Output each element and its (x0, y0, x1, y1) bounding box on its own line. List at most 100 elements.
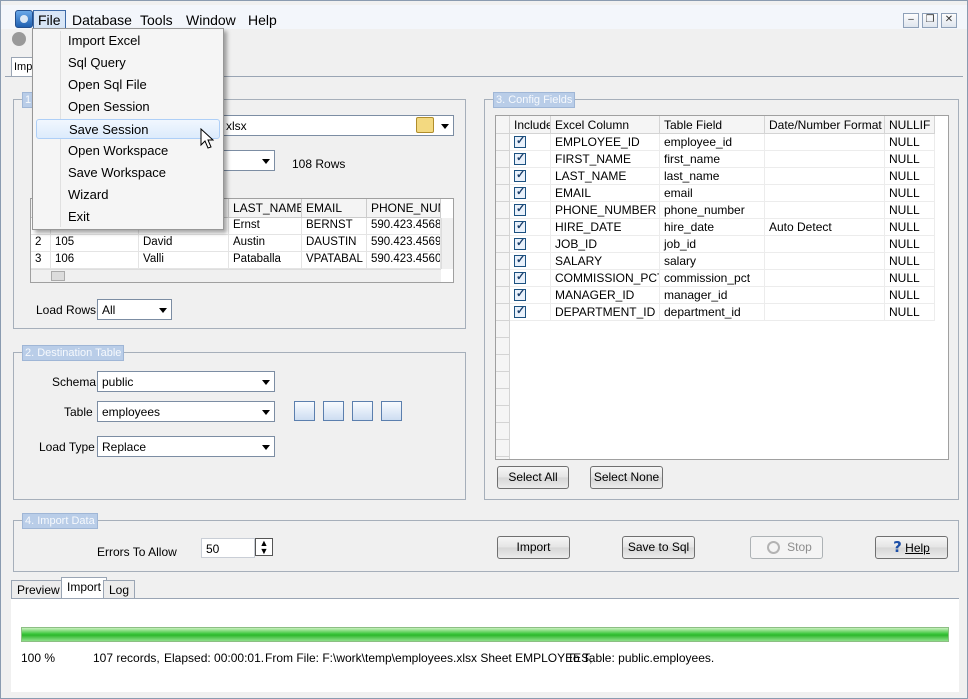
chevron-down-icon[interactable] (262, 410, 270, 415)
spinner-icon[interactable]: ▲ ▼ (255, 538, 273, 556)
menu-item-import-excel[interactable]: Import Excel (36, 31, 220, 51)
load-rows-combo[interactable]: All (97, 299, 172, 320)
include-checkbox[interactable] (514, 270, 526, 284)
config-cell-excel[interactable]: LAST_NAME (551, 168, 660, 185)
config-cell-nullif[interactable]: NULL (885, 236, 935, 253)
config-cell-excel[interactable]: COMMISSION_PCT (551, 270, 660, 287)
config-cell-excel[interactable]: JOB_ID (551, 236, 660, 253)
save-to-sql-button[interactable]: Save to Sql (622, 536, 695, 559)
import-button[interactable]: Import (497, 536, 570, 559)
include-checkbox[interactable] (514, 202, 526, 216)
menu-window[interactable]: Window (182, 11, 240, 29)
config-cell-field[interactable]: employee_id (660, 134, 765, 151)
chevron-down-icon[interactable] (262, 159, 270, 164)
sheet-combo[interactable] (221, 150, 275, 171)
config-cell-field[interactable]: email (660, 185, 765, 202)
config-cell-field[interactable]: commission_pct (660, 270, 765, 287)
schema-combo[interactable]: public (97, 371, 275, 392)
menu-item-save-session[interactable]: Save Session (36, 119, 220, 139)
config-cell-field[interactable]: last_name (660, 168, 765, 185)
app-icon[interactable] (15, 10, 33, 28)
menu-item-open-session[interactable]: Open Session (36, 97, 220, 117)
config-cell-nullif[interactable]: NULL (885, 219, 935, 236)
horizontal-scrollbar[interactable] (31, 269, 441, 282)
config-cell-excel[interactable]: HIRE_DATE (551, 219, 660, 236)
grid-header-excel-column[interactable]: Excel Column (551, 116, 660, 134)
include-checkbox[interactable] (514, 219, 526, 233)
errors-to-allow-input[interactable]: 50 (201, 538, 255, 558)
tab-log[interactable]: Log (103, 580, 136, 599)
menu-item-open-sql-file[interactable]: Open Sql File (36, 75, 220, 95)
tab-preview[interactable]: Preview (11, 580, 66, 599)
include-checkbox[interactable] (514, 236, 526, 250)
config-cell-field[interactable]: phone_number (660, 202, 765, 219)
config-cell-format[interactable] (765, 168, 885, 185)
config-cell-field[interactable]: manager_id (660, 287, 765, 304)
config-cell-format[interactable] (765, 270, 885, 287)
restore-icon[interactable]: ❐ (922, 13, 938, 28)
minimize-icon[interactable]: – (903, 13, 919, 28)
config-cell-format[interactable] (765, 202, 885, 219)
grid-header-format[interactable]: Date/Number Format (765, 116, 885, 134)
menu-database[interactable]: Database (68, 11, 136, 29)
config-cell-nullif[interactable]: NULL (885, 134, 935, 151)
config-cell-nullif[interactable]: NULL (885, 287, 935, 304)
config-cell-nullif[interactable]: NULL (885, 253, 935, 270)
menu-item-wizard[interactable]: Wizard (36, 185, 220, 205)
chevron-down-icon[interactable] (159, 308, 167, 313)
config-cell-format[interactable] (765, 185, 885, 202)
config-cell-excel[interactable]: MANAGER_ID (551, 287, 660, 304)
config-cell-format[interactable] (765, 151, 885, 168)
menu-help[interactable]: Help (244, 11, 281, 29)
config-cell-nullif[interactable]: NULL (885, 304, 935, 321)
config-cell-nullif[interactable]: NULL (885, 270, 935, 287)
config-cell-excel[interactable]: EMPLOYEE_ID (551, 134, 660, 151)
grid-header-include[interactable]: Include (510, 116, 551, 134)
config-cell-nullif[interactable]: NULL (885, 168, 935, 185)
config-cell-nullif[interactable]: NULL (885, 202, 935, 219)
config-cell-excel[interactable]: EMAIL (551, 185, 660, 202)
stop-button[interactable]: Stop (750, 536, 823, 559)
menu-file[interactable]: File (33, 10, 66, 30)
select-none-button[interactable]: Select None (590, 466, 663, 489)
vertical-scrollbar[interactable] (441, 218, 453, 269)
config-cell-field[interactable]: department_id (660, 304, 765, 321)
config-cell-excel[interactable]: FIRST_NAME (551, 151, 660, 168)
tab-import[interactable]: Import (61, 577, 108, 600)
columns-icon[interactable] (381, 401, 402, 421)
refresh-icon[interactable] (323, 401, 344, 421)
inspect-table-icon[interactable] (352, 401, 373, 421)
user-icon[interactable] (12, 32, 26, 46)
chevron-down-icon[interactable] (441, 124, 449, 129)
chevron-down-icon[interactable] (262, 445, 270, 450)
config-cell-field[interactable]: job_id (660, 236, 765, 253)
config-cell-format[interactable] (765, 236, 885, 253)
grid-header-nullif[interactable]: NULLIF (885, 116, 935, 134)
config-cell-field[interactable]: salary (660, 253, 765, 270)
menu-item-sql-query[interactable]: Sql Query (36, 53, 220, 73)
excel-file-combo[interactable]: xlsx (221, 115, 454, 136)
config-cell-excel[interactable]: SALARY (551, 253, 660, 270)
config-cell-format[interactable] (765, 253, 885, 270)
include-checkbox[interactable] (514, 185, 526, 199)
config-cell-excel[interactable]: PHONE_NUMBER (551, 202, 660, 219)
config-cell-format[interactable]: Auto Detect (765, 219, 885, 236)
include-checkbox[interactable] (514, 253, 526, 267)
scrollbar-thumb[interactable] (51, 271, 65, 281)
menu-tools[interactable]: Tools (136, 11, 177, 29)
config-cell-nullif[interactable]: NULL (885, 151, 935, 168)
config-cell-field[interactable]: first_name (660, 151, 765, 168)
include-checkbox[interactable] (514, 304, 526, 318)
config-cell-format[interactable] (765, 304, 885, 321)
config-cell-format[interactable] (765, 134, 885, 151)
config-cell-excel[interactable]: DEPARTMENT_ID (551, 304, 660, 321)
table-combo[interactable]: employees (97, 401, 275, 422)
config-cell-format[interactable] (765, 287, 885, 304)
new-table-icon[interactable] (294, 401, 315, 421)
help-button[interactable]: ? Help (875, 536, 948, 559)
config-cell-nullif[interactable]: NULL (885, 185, 935, 202)
include-checkbox[interactable] (514, 151, 526, 165)
include-checkbox[interactable] (514, 287, 526, 301)
config-fields-grid[interactable]: Include Excel Column Table Field Date/Nu… (495, 115, 949, 460)
include-checkbox[interactable] (514, 168, 526, 182)
